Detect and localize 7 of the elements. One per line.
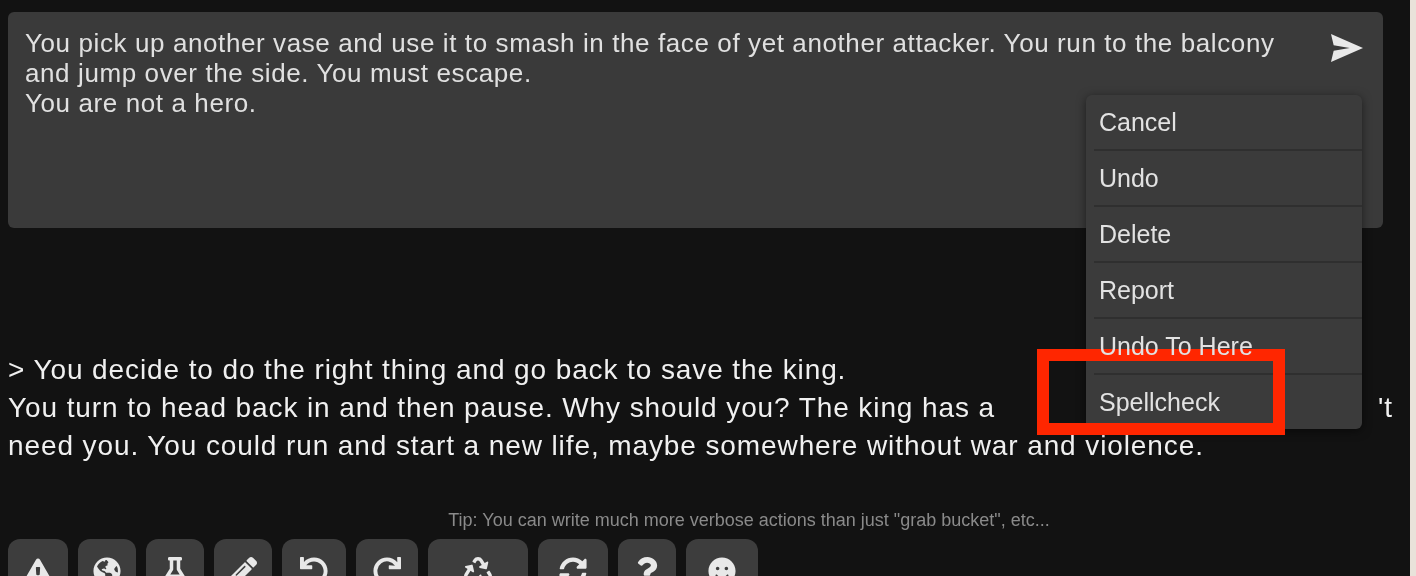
story-text: 't: [1378, 391, 1393, 425]
action-text: You are not a hero.: [25, 88, 257, 118]
story-action: > You decide to do the right thing and go back to save the king.: [8, 353, 847, 387]
story-text: You turn to head back in and then pause. Why should you? The king has a: [8, 391, 995, 425]
tip-text: Tip: You can write much more verbose actions than just "grab bucket", etc...: [447, 510, 1050, 531]
story-text: need you. You could run and start a new life, maybe somewhere without war and violence.: [8, 429, 1204, 463]
action-text: You pick up another vase and use it to smash in the face of yet another attacker. You run to the balcony and jump over the side. You must escape.: [25, 28, 1276, 88]
